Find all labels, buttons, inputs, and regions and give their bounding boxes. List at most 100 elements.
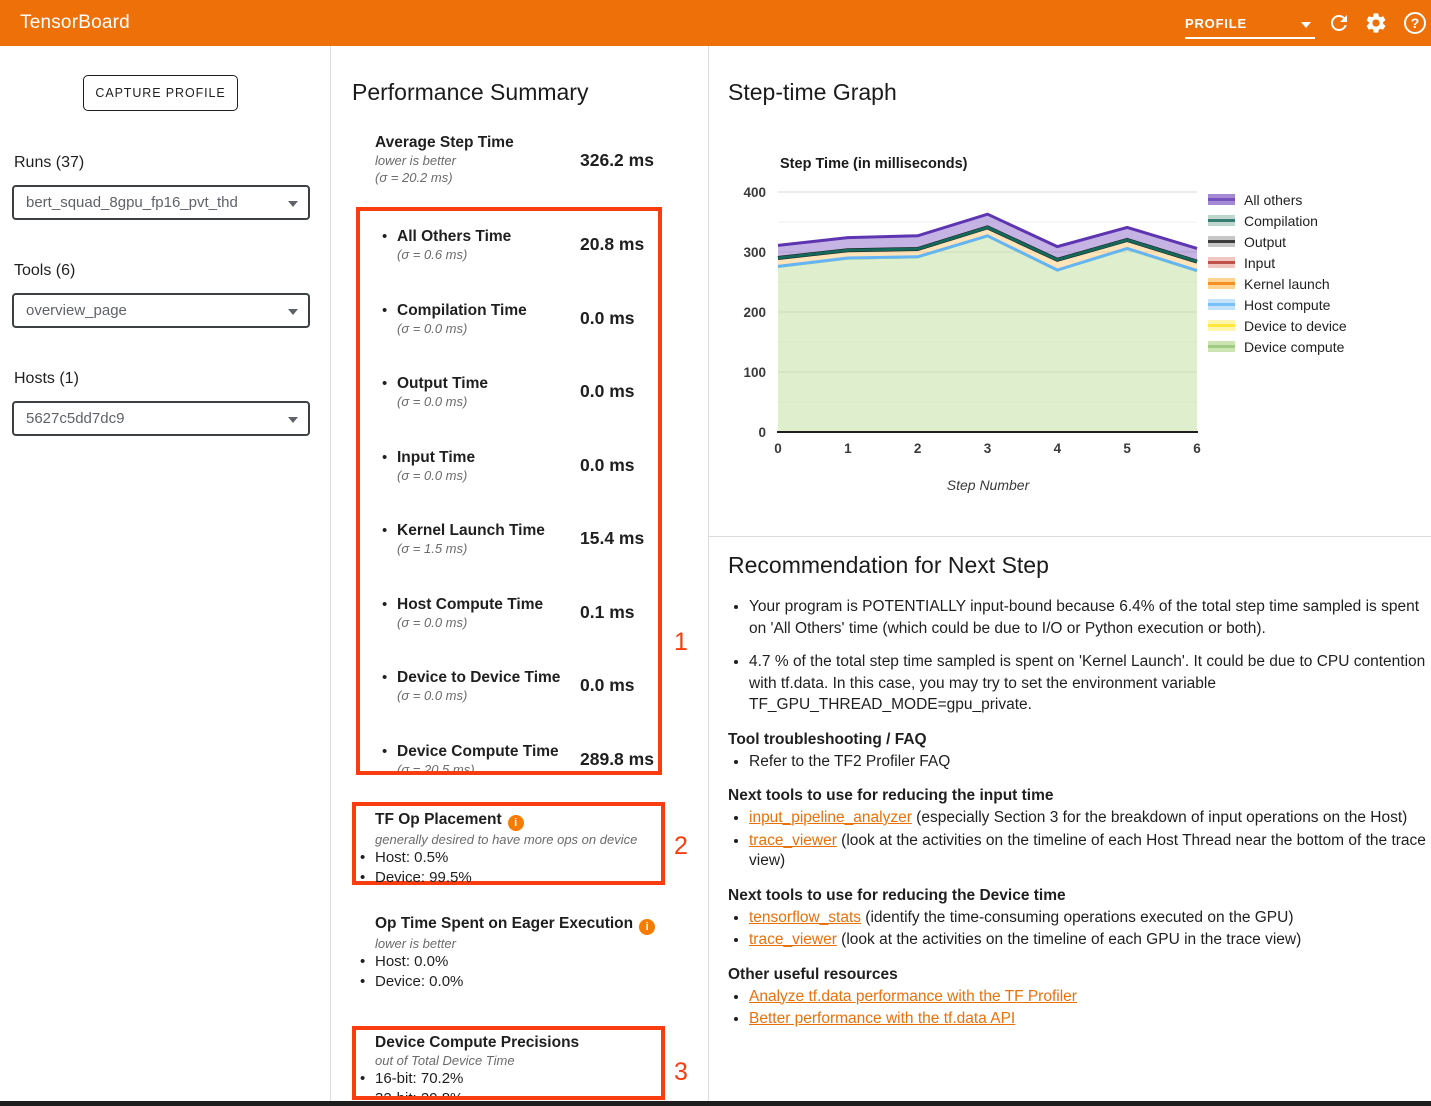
hosts-select[interactable]: 5627c5dd7dc9 xyxy=(12,401,310,436)
perf-item-label: Input Time xyxy=(397,448,475,467)
tf-op-placement-title: TF Op Placement xyxy=(375,811,502,828)
eager-device: Device: 0.0% xyxy=(375,973,463,990)
runs-select-value: bert_squad_8gpu_fp16_pvt_thd xyxy=(26,194,238,211)
hosts-label: Hosts (1) xyxy=(14,370,79,388)
bullet: • xyxy=(382,522,387,539)
sidebar-divider xyxy=(330,46,331,1106)
performance-summary-title: Performance Summary xyxy=(352,79,588,106)
dashboard-select-value: PROFILE xyxy=(1185,16,1247,31)
tools-select[interactable]: overview_page xyxy=(12,293,310,328)
chart-legend: All othersCompilationOutputInputKernel l… xyxy=(1208,189,1347,357)
list-item: input_pipeline_analyzer (especially Sect… xyxy=(749,808,1428,829)
perf-item-label: Device Compute Time xyxy=(397,742,559,761)
trace-viewer-link[interactable]: trace_viewer xyxy=(749,931,837,948)
capture-profile-button[interactable]: CAPTURE PROFILE xyxy=(83,75,238,111)
tfdata-profiler-link[interactable]: Analyze tf.data performance with the TF … xyxy=(749,988,1077,1005)
perf-item-compilation: • Compilation Time (σ = 0.0 ms) 0.0 ms xyxy=(360,301,658,375)
link-description: (especially Section 3 for the breakdown … xyxy=(912,809,1407,826)
svg-text:2: 2 xyxy=(914,441,922,456)
recommendation-bullet: Your program is POTENTIALLY input-bound … xyxy=(749,596,1428,639)
eager-title: Op Time Spent on Eager Execution xyxy=(375,915,633,932)
perf-item-output: • Output Time (σ = 0.0 ms) 0.0 ms xyxy=(360,374,658,448)
app-title: TensorBoard xyxy=(20,12,130,34)
bullet: • xyxy=(382,302,387,319)
perf-item-sigma: (σ = 0.0 ms) xyxy=(397,467,475,484)
perf-item-label: Device to Device Time xyxy=(397,668,560,687)
perf-item-value: 15.4 ms xyxy=(580,528,644,549)
annotation-box-2: TF Op Placementi generally desired to ha… xyxy=(352,802,665,885)
legend-label: Kernel launch xyxy=(1244,276,1330,292)
refresh-icon xyxy=(1327,11,1351,35)
tensorboard-profile-page: TensorBoard PROFILE ? CAPTURE PROFILE Ru… xyxy=(0,0,1431,1106)
faq-item: Refer to the TF2 Profiler FAQ xyxy=(749,752,1428,773)
svg-text:0: 0 xyxy=(774,441,782,456)
svg-text:400: 400 xyxy=(743,185,766,200)
help-button[interactable]: ? xyxy=(1404,12,1426,34)
bullet: • xyxy=(382,743,387,760)
perf-item-sigma: (σ = 0.0 ms) xyxy=(397,614,543,631)
legend-item: Kernel launch xyxy=(1208,273,1347,294)
info-icon[interactable]: i xyxy=(508,815,524,831)
annotation-number-3: 3 xyxy=(674,1058,688,1087)
info-icon[interactable]: i xyxy=(639,919,655,935)
settings-button[interactable] xyxy=(1364,11,1388,35)
recommendation-title: Recommendation for Next Step xyxy=(728,552,1428,579)
svg-text:5: 5 xyxy=(1123,441,1131,456)
dashboard-select[interactable]: PROFILE xyxy=(1185,9,1315,39)
precisions-16bit: 16-bit: 70.2% xyxy=(375,1070,463,1087)
legend-label: Device to device xyxy=(1244,318,1347,334)
bullet: • xyxy=(382,596,387,613)
perf-item-sigma: (σ = 0.0 ms) xyxy=(397,393,488,410)
recommendation-bullet: 4.7 % of the total step time sampled is … xyxy=(749,651,1428,716)
legend-label: Host compute xyxy=(1244,297,1330,313)
perf-item-value: 0.0 ms xyxy=(580,455,634,476)
bullet: • xyxy=(382,228,387,245)
step-time-chart: 01002003004000123456 xyxy=(700,185,1220,470)
legend-swatch xyxy=(1208,278,1235,289)
legend-item: Output xyxy=(1208,231,1347,252)
legend-swatch xyxy=(1208,194,1235,205)
perf-item-host-compute: • Host Compute Time (σ = 0.0 ms) 0.1 ms xyxy=(360,595,658,669)
device-tools-heading: Next tools to use for reducing the Devic… xyxy=(728,887,1428,905)
chevron-down-icon xyxy=(1301,22,1311,28)
list-item: Analyze tf.data performance with the TF … xyxy=(749,987,1428,1008)
runs-label: Runs (37) xyxy=(14,154,84,172)
legend-label: All others xyxy=(1244,192,1302,208)
legend-swatch xyxy=(1208,257,1235,268)
step-time-graph-title: Step-time Graph xyxy=(728,79,897,106)
perf-item-value: 0.0 ms xyxy=(580,308,634,329)
input-pipeline-analyzer-link[interactable]: input_pipeline_analyzer xyxy=(749,809,912,826)
runs-select[interactable]: bert_squad_8gpu_fp16_pvt_thd xyxy=(12,185,310,220)
perf-item-label: Kernel Launch Time xyxy=(397,521,545,540)
chevron-down-icon xyxy=(288,309,298,315)
annotation-box-3: Device Compute Precisions out of Total D… xyxy=(352,1026,665,1100)
tensorflow-stats-link[interactable]: tensorflow_stats xyxy=(749,909,861,926)
average-step-time-label: Average Step Time xyxy=(375,134,514,152)
bullet: • xyxy=(382,449,387,466)
refresh-button[interactable] xyxy=(1327,11,1351,35)
section-divider xyxy=(709,536,1431,537)
hosts-select-value: 5627c5dd7dc9 xyxy=(26,410,124,427)
perf-item-device-compute: • Device Compute Time (σ = 20.5 ms) 289.… xyxy=(360,742,658,776)
perf-item-label: All Others Time xyxy=(397,227,511,246)
tfdata-api-link[interactable]: Better performance with the tf.data API xyxy=(749,1010,1015,1027)
annotation-number-1: 1 xyxy=(674,628,688,657)
legend-item: Host compute xyxy=(1208,294,1347,315)
average-step-time: Average Step Time lower is better (σ = 2… xyxy=(375,134,514,186)
tools-label: Tools (6) xyxy=(14,262,75,280)
svg-text:1: 1 xyxy=(844,441,852,456)
tools-select-value: overview_page xyxy=(26,302,127,319)
chevron-down-icon xyxy=(288,201,298,207)
eager-note: lower is better xyxy=(375,935,676,952)
tf-op-placement-host: Host: 0.5% xyxy=(375,849,448,866)
trace-viewer-link[interactable]: trace_viewer xyxy=(749,832,837,849)
svg-text:6: 6 xyxy=(1193,441,1201,456)
legend-label: Input xyxy=(1244,255,1275,271)
link-description: (look at the activities on the timeline … xyxy=(749,832,1426,870)
legend-swatch xyxy=(1208,215,1235,226)
link-description: (look at the activities on the timeline … xyxy=(837,931,1301,948)
annotation-box-1: • All Others Time (σ = 0.6 ms) 20.8 ms •… xyxy=(356,207,662,775)
perf-item-value: 0.1 ms xyxy=(580,602,634,623)
legend-swatch xyxy=(1208,236,1235,247)
precisions-32bit: 32-bit: 29.8% xyxy=(375,1090,463,1101)
